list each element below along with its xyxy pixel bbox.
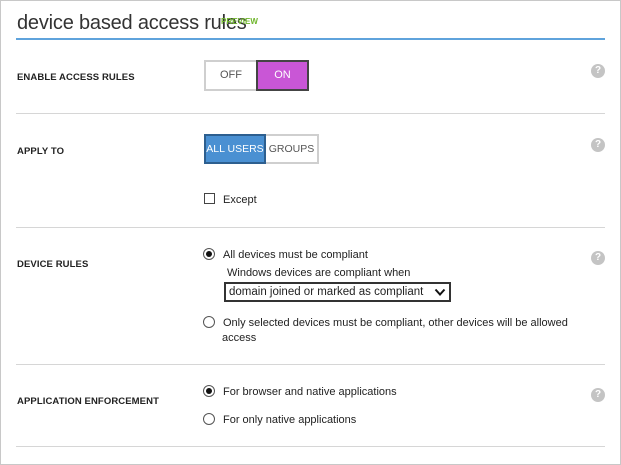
section-divider	[16, 227, 605, 228]
browser-native-radio[interactable]	[203, 385, 215, 397]
toggle-off-button[interactable]: OFF	[204, 60, 256, 91]
groups-button[interactable]: GROUPS	[266, 134, 319, 164]
preview-badge: PREVIEW	[221, 17, 258, 26]
selected-devices-radio[interactable]	[203, 316, 215, 328]
selected-devices-label: Only selected devices must be compliant,…	[223, 317, 568, 329]
except-label: Except	[223, 194, 257, 206]
enable-access-rules-label: ENABLE ACCESS RULES	[17, 72, 135, 83]
browser-native-label: For browser and native applications	[223, 386, 397, 398]
selected-devices-label-continued: access	[222, 332, 257, 344]
native-only-radio[interactable]	[203, 413, 215, 425]
all-users-button[interactable]: ALL USERS	[204, 134, 266, 164]
section-divider	[16, 113, 605, 114]
device-rules-label: DEVICE RULES	[17, 259, 89, 270]
toggle-on-button[interactable]: ON	[256, 60, 309, 91]
help-icon[interactable]: ?	[591, 138, 605, 152]
chevron-down-icon	[434, 288, 446, 296]
help-icon[interactable]: ?	[591, 388, 605, 402]
help-icon[interactable]: ?	[591, 64, 605, 78]
section-divider	[16, 364, 605, 365]
windows-compliance-select-value: domain joined or marked as compliant	[229, 286, 424, 298]
application-enforcement-label: APPLICATION ENFORCEMENT	[17, 396, 159, 407]
all-devices-label: All devices must be compliant	[223, 249, 368, 261]
native-only-label: For only native applications	[223, 414, 357, 426]
page-header: device based access rules PREVIEW	[16, 10, 605, 40]
help-icon[interactable]: ?	[591, 251, 605, 265]
section-divider	[16, 446, 605, 447]
except-checkbox[interactable]	[204, 193, 215, 204]
all-devices-radio[interactable]	[203, 248, 215, 260]
page-title: device based access rules	[17, 12, 247, 34]
windows-compliance-label: Windows devices are compliant when	[227, 267, 411, 279]
apply-to-label: APPLY TO	[17, 146, 65, 157]
windows-compliance-select[interactable]: domain joined or marked as compliant	[224, 282, 451, 302]
